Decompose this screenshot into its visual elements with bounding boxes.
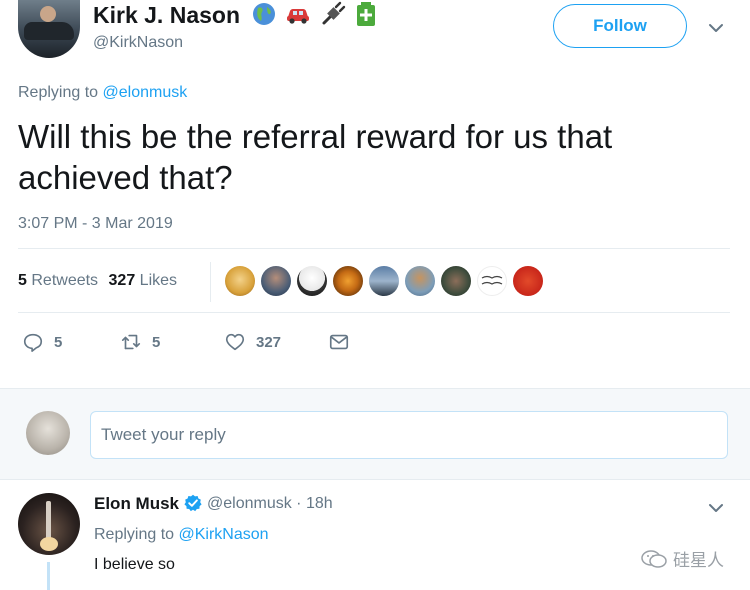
tweet-text: Will this be the referral reward for us … bbox=[18, 118, 613, 196]
reply-count: 5 bbox=[54, 333, 63, 351]
heart-icon bbox=[225, 333, 245, 351]
liker-avatar[interactable] bbox=[369, 266, 399, 296]
globe-icon bbox=[253, 3, 275, 25]
direct-message-action[interactable] bbox=[328, 330, 350, 354]
replying-to-mention[interactable]: @KirkNason bbox=[179, 526, 269, 543]
wechat-icon bbox=[641, 549, 667, 568]
retweet-icon bbox=[121, 334, 141, 350]
reply-age[interactable]: 18h bbox=[306, 495, 333, 512]
retweet-count: 5 bbox=[152, 333, 161, 351]
like-count: 327 bbox=[256, 333, 282, 351]
liker-avatars bbox=[225, 266, 543, 296]
liker-avatar[interactable] bbox=[405, 266, 435, 296]
battery-icon bbox=[357, 2, 375, 26]
watermark-text: 硅星人 bbox=[673, 551, 724, 570]
avatar-person-shape bbox=[40, 6, 56, 22]
divider bbox=[18, 312, 730, 313]
chevron-down-icon[interactable] bbox=[708, 500, 724, 516]
envelope-icon bbox=[329, 334, 349, 350]
reply-input[interactable]: Tweet your reply bbox=[90, 411, 728, 459]
reply-author-avatar[interactable] bbox=[18, 493, 80, 555]
reply-meta: @elonmusk · 18h bbox=[207, 495, 333, 513]
follow-button[interactable]: Follow bbox=[553, 4, 687, 48]
author-avatar[interactable] bbox=[18, 0, 80, 58]
reply-author-handle[interactable]: @elonmusk bbox=[207, 495, 292, 512]
liker-avatar[interactable] bbox=[477, 266, 507, 296]
liker-avatar[interactable] bbox=[441, 266, 471, 296]
avatar-flame-shape bbox=[40, 537, 58, 551]
retweets-count: 5 bbox=[18, 272, 27, 289]
divider bbox=[18, 248, 730, 249]
meta-separator: · bbox=[296, 495, 302, 512]
retweets-label: Retweets bbox=[31, 272, 99, 289]
reply-composer: Tweet your reply bbox=[0, 388, 750, 480]
tweet-stats: 5 Retweets 327 Likes bbox=[18, 272, 177, 290]
like-action[interactable]: 327 bbox=[224, 330, 281, 354]
verified-badge-icon bbox=[184, 494, 202, 512]
liker-avatar[interactable] bbox=[261, 266, 291, 296]
tweet-card: Kirk J. Nason @KirkNason Follow Replying… bbox=[0, 0, 750, 385]
author-name[interactable]: Kirk J. Nason bbox=[93, 2, 240, 29]
chevron-down-icon[interactable] bbox=[708, 20, 724, 36]
reply-text: I believe so bbox=[94, 556, 175, 573]
likes-stat[interactable]: 327 Likes bbox=[109, 272, 178, 289]
thread-line bbox=[47, 562, 50, 590]
liker-avatar[interactable] bbox=[297, 266, 327, 296]
current-user-avatar[interactable] bbox=[26, 411, 70, 455]
replying-to-line: Replying to @elonmusk bbox=[18, 84, 187, 102]
replying-to-prefix: Replying to bbox=[94, 526, 175, 543]
liker-avatar[interactable] bbox=[225, 266, 255, 296]
retweets-stat[interactable]: 5 Retweets bbox=[18, 272, 98, 289]
reply-icon bbox=[23, 333, 43, 352]
reply-replying-to-line: Replying to @KirkNason bbox=[94, 526, 269, 544]
likes-count: 327 bbox=[108, 272, 136, 289]
plug-icon bbox=[322, 1, 346, 25]
reply-author-name[interactable]: Elon Musk bbox=[94, 494, 179, 514]
replying-to-prefix: Replying to bbox=[18, 84, 99, 101]
likes-label: Likes bbox=[139, 272, 178, 289]
avatar-car-shape bbox=[24, 22, 74, 40]
author-handle[interactable]: @KirkNason bbox=[93, 34, 183, 52]
tweet-timestamp[interactable]: 3:07 PM - 3 Mar 2019 bbox=[18, 215, 173, 233]
car-icon bbox=[287, 9, 309, 24]
watermark: 硅星人 bbox=[640, 546, 724, 571]
retweet-action[interactable]: 5 bbox=[120, 330, 160, 354]
reply-action[interactable]: 5 bbox=[22, 330, 62, 354]
reply-tweet-card[interactable]: Elon Musk @elonmusk · 18h Replying to @K… bbox=[0, 482, 750, 590]
name-emojis bbox=[250, 0, 380, 28]
liker-avatar[interactable] bbox=[333, 266, 363, 296]
beast-mode-logo-icon bbox=[481, 275, 503, 285]
divider bbox=[210, 262, 211, 302]
replying-to-mention[interactable]: @elonmusk bbox=[103, 84, 188, 101]
liker-avatar[interactable] bbox=[513, 266, 543, 296]
